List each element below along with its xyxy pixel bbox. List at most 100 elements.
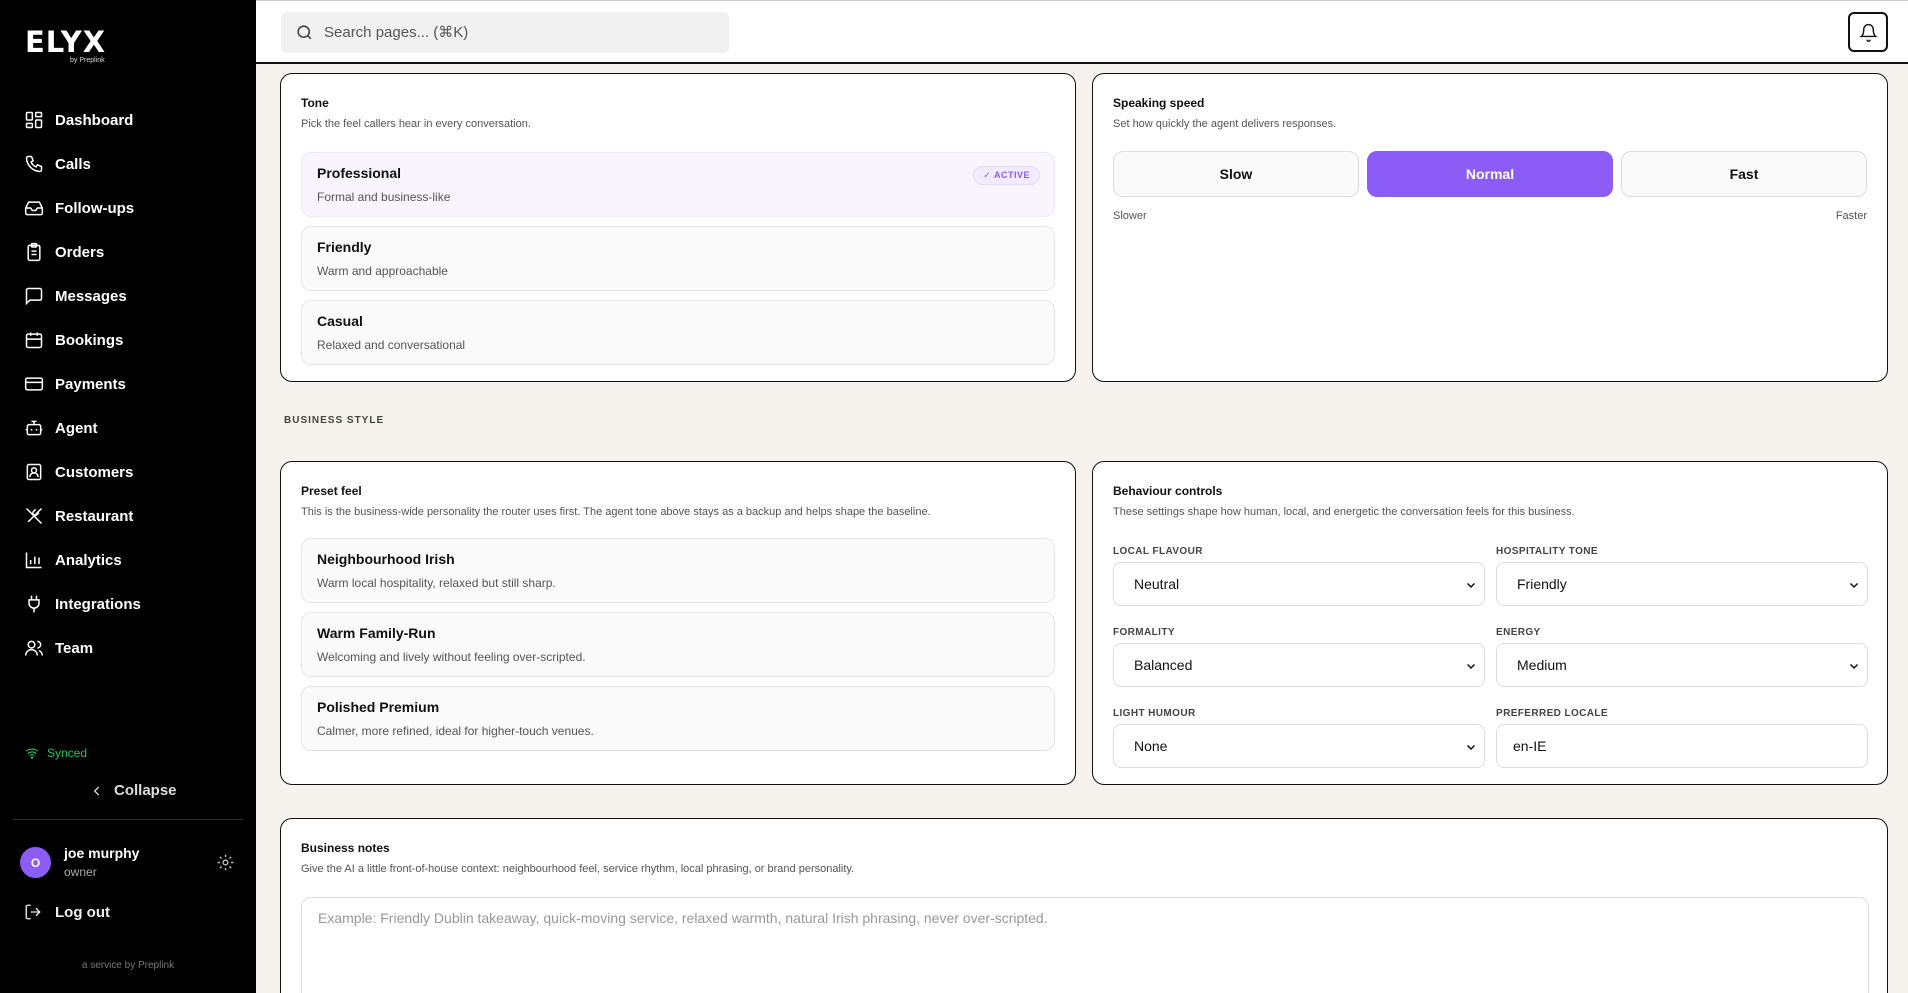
sidebar-item-label: Analytics: [55, 551, 122, 569]
sidebar-item-label: Agent: [55, 419, 98, 437]
collapse-label: Collapse: [114, 782, 177, 799]
chevron-down-icon: [1849, 663, 1859, 670]
chevron-down-icon: [1466, 663, 1476, 670]
top-bar: [256, 0, 1908, 64]
user-profile: O joe murphy owner: [20, 845, 240, 881]
search-icon: [297, 25, 312, 40]
select-value: Friendly: [1517, 576, 1567, 592]
sidebar-item-agent[interactable]: Agent: [0, 406, 256, 450]
preset-option-warm-family-run[interactable]: Warm Family-Run Welcoming and lively wit…: [301, 612, 1055, 677]
logo-text: ELYX: [25, 25, 107, 59]
preset-subtitle: This is the business-wide personality th…: [301, 506, 931, 518]
sidebar-divider: [12, 819, 244, 820]
behaviour-subtitle: These settings shape how human, local, a…: [1113, 506, 1575, 518]
logout-button[interactable]: Log out: [24, 903, 110, 921]
message-icon: [25, 287, 43, 306]
chevron-down-icon: [1849, 582, 1859, 589]
local-flavour-select[interactable]: Neutral: [1113, 562, 1485, 606]
speed-title: Speaking speed: [1113, 96, 1205, 110]
hospitality-tone-select[interactable]: Friendly: [1496, 562, 1868, 606]
search-input[interactable]: [324, 24, 704, 41]
logo-subtext: by Preplink: [70, 57, 105, 64]
utensils-icon: [25, 507, 43, 525]
option-description: Warm local hospitality, relaxed but stil…: [317, 576, 556, 590]
formality-select[interactable]: Balanced: [1113, 643, 1485, 687]
select-value: Balanced: [1134, 657, 1193, 673]
formality-label: FORMALITY: [1113, 627, 1175, 638]
preset-option-neighbourhood-irish[interactable]: Neighbourhood Irish Warm local hospitali…: [301, 538, 1055, 603]
select-value: None: [1134, 738, 1168, 754]
sidebar-item-label: Team: [55, 639, 94, 657]
option-title: Professional: [317, 165, 402, 181]
section-heading: BUSINESS STYLE: [284, 415, 385, 426]
card-icon: [24, 377, 44, 391]
sidebar-item-analytics[interactable]: Analytics: [0, 538, 256, 582]
option-description: Formal and business-like: [317, 190, 451, 204]
sync-status: Synced: [25, 746, 87, 760]
sidebar-item-payments[interactable]: Payments: [0, 362, 256, 406]
option-title: Warm Family-Run: [317, 625, 436, 641]
sidebar-item-label: Payments: [55, 375, 126, 393]
sidebar-item-messages[interactable]: Messages: [0, 274, 256, 318]
preferred-locale-label: PREFERRED LOCALE: [1496, 708, 1608, 719]
business-notes-textarea[interactable]: Example: Friendly Dublin takeaway, quick…: [301, 897, 1869, 993]
sidebar-item-label: Dashboard: [55, 111, 134, 129]
energy-select[interactable]: Medium: [1496, 643, 1868, 687]
local-flavour-label: LOCAL FLAVOUR: [1113, 546, 1203, 557]
sidebar-item-orders[interactable]: Orders: [0, 230, 256, 274]
clipboard-icon: [27, 242, 41, 262]
notes-subtitle: Give the AI a little front-of-house cont…: [301, 863, 855, 875]
light-humour-select[interactable]: None: [1113, 724, 1485, 768]
sidebar-item-label: Bookings: [55, 331, 124, 349]
chevron-down-icon: [1466, 582, 1476, 589]
preferred-locale-input[interactable]: en-IE: [1496, 724, 1868, 768]
sidebar-item-label: Calls: [55, 155, 91, 173]
tone-title: Tone: [301, 96, 329, 110]
speed-slow-button[interactable]: Slow: [1113, 151, 1359, 197]
option-title: Casual: [317, 313, 363, 329]
sync-status-text: Synced: [47, 746, 88, 760]
tone-subtitle: Pick the feel callers hear in every conv…: [301, 118, 531, 130]
user-role: owner: [64, 865, 97, 879]
sidebar-item-calls[interactable]: Calls: [0, 142, 256, 186]
speed-subtitle: Set how quickly the agent delivers respo…: [1113, 118, 1337, 130]
speed-normal-button[interactable]: Normal: [1367, 151, 1613, 197]
tone-option-friendly[interactable]: Friendly Warm and approachable: [301, 226, 1055, 291]
sidebar-item-label: Restaurant: [55, 507, 134, 525]
option-description: Welcoming and lively without feeling ove…: [317, 650, 586, 664]
select-value: Neutral: [1134, 576, 1180, 592]
gear-icon[interactable]: [216, 853, 235, 872]
sidebar-item-customers[interactable]: Customers: [0, 450, 256, 494]
business-notes-card: Business notes Give the AI a little fron…: [280, 818, 1888, 993]
sidebar-item-follow-ups[interactable]: Follow-ups: [0, 186, 256, 230]
search-box[interactable]: [281, 12, 729, 53]
tone-option-casual[interactable]: Casual Relaxed and conversational: [301, 300, 1055, 365]
users-icon: [24, 640, 44, 656]
preset-option-polished-premium[interactable]: Polished Premium Calmer, more refined, i…: [301, 686, 1055, 751]
preset-title: Preset feel: [301, 484, 362, 498]
sidebar-item-bookings[interactable]: Bookings: [0, 318, 256, 362]
speed-min-label: Slower: [1113, 210, 1147, 222]
option-description: Calmer, more refined, ideal for higher-t…: [317, 724, 594, 738]
sidebar-item-label: Follow-ups: [55, 199, 135, 217]
sidebar-item-label: Messages: [55, 287, 127, 305]
behaviour-controls-card: Behaviour controls These settings shape …: [1092, 461, 1888, 785]
chevron-left-icon: [93, 785, 100, 796]
collapse-button[interactable]: Collapse: [90, 782, 177, 799]
chart-icon: [25, 552, 42, 569]
plug-icon: [28, 595, 40, 613]
tone-option-professional[interactable]: Professional Formal and business-like ✓ …: [301, 152, 1055, 217]
sidebar-item-integrations[interactable]: Integrations: [0, 582, 256, 626]
behaviour-title: Behaviour controls: [1113, 484, 1223, 498]
bot-icon: [25, 420, 43, 436]
speed-fast-button[interactable]: Fast: [1621, 151, 1867, 197]
sidebar-item-restaurant[interactable]: Restaurant: [0, 494, 256, 538]
avatar[interactable]: O: [20, 847, 51, 878]
select-value: Medium: [1517, 657, 1567, 673]
speed-max-label: Faster: [1835, 210, 1867, 222]
sidebar-item-team[interactable]: Team: [0, 626, 256, 670]
main-content: Tone Pick the feel callers hear in every…: [256, 64, 1908, 993]
sidebar-item-dashboard[interactable]: Dashboard: [0, 98, 256, 142]
notifications-button[interactable]: [1848, 12, 1888, 52]
brand-logo[interactable]: ELYX by Preplink: [25, 25, 115, 64]
